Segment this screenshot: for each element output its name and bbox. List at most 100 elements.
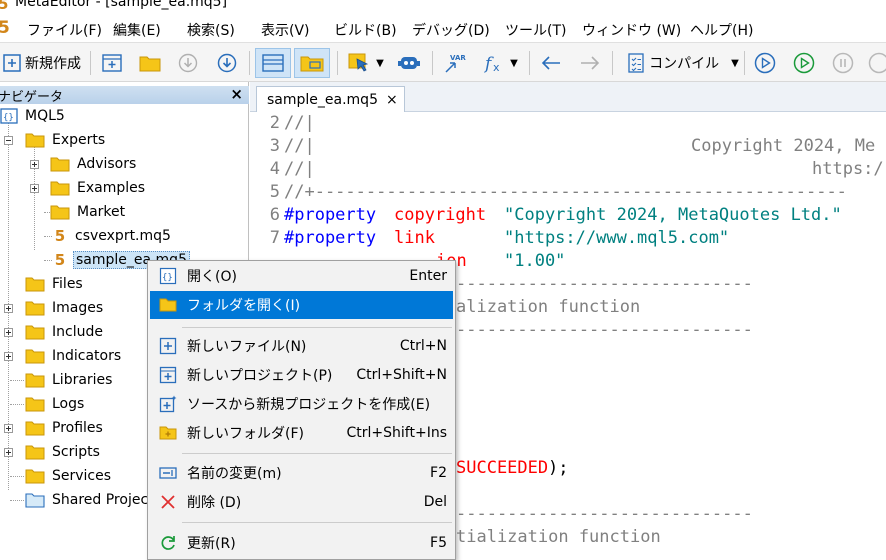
menu-edit[interactable]: 編集(E) xyxy=(113,20,161,40)
menu-item-refresh[interactable]: 更新(R) F5 xyxy=(150,529,453,557)
menu-file[interactable]: ファイル(F) xyxy=(27,20,102,40)
new-project-icon xyxy=(159,366,177,384)
menu-item-label: 名前の変更(m) xyxy=(187,466,282,482)
tree-node-experts[interactable]: Experts xyxy=(25,129,107,151)
tab-sample-ea[interactable]: sample_ea.mq5 × xyxy=(256,86,405,112)
menu-help[interactable]: ヘルプ(H) xyxy=(690,20,753,40)
variable-button[interactable]: VAR xyxy=(440,48,470,78)
menu-bar: 5 ファイル(F) 編集(E) 検索(S) 表示(V) ビルド(B) デバッグ(… xyxy=(0,16,886,42)
menu-item-label: 更新(R) xyxy=(187,536,236,552)
tree-node-libraries[interactable]: Libraries xyxy=(25,369,114,391)
menu-debug[interactable]: デバッグ(D) xyxy=(412,20,490,40)
editor-tabstrip: sample_ea.mq5 × xyxy=(250,82,886,112)
tree-node-logs[interactable]: Logs xyxy=(25,393,86,415)
code-line-5: //+-------------------------------------… xyxy=(284,182,847,202)
menu-item-new-folder[interactable]: 新しいフォルダ(F) Ctrl+Shift+Ins xyxy=(150,419,453,447)
tree-line xyxy=(44,260,52,261)
expand-toggle[interactable] xyxy=(30,160,39,169)
tree-node-shared-projects[interactable]: Shared Projects xyxy=(25,489,163,511)
chevron-down-icon: ▼ xyxy=(376,57,384,69)
menu-item-label: 新しいフォルダ(F) xyxy=(187,426,304,442)
tab-close-icon[interactable]: × xyxy=(386,92,398,108)
mq5-file-icon: 5 xyxy=(54,227,66,245)
robot-icon xyxy=(398,57,420,69)
tree-node-services[interactable]: Services xyxy=(25,465,113,487)
open-folder-button[interactable] xyxy=(136,48,164,78)
select-object-button[interactable]: ▼ xyxy=(343,48,389,78)
menu-item-shortcut: Ctrl+Shift+N xyxy=(356,367,447,383)
menu-separator xyxy=(182,522,452,523)
compile-checklist-icon xyxy=(628,53,644,73)
run-button[interactable] xyxy=(789,48,819,78)
new-folder-icon xyxy=(159,426,177,440)
debug-start-button[interactable] xyxy=(750,48,780,78)
save-button[interactable] xyxy=(213,48,241,78)
download-button[interactable] xyxy=(174,48,202,78)
function-button[interactable]: fx ▼ xyxy=(478,48,524,78)
menu-tools[interactable]: ツール(T) xyxy=(505,20,566,40)
compile-button[interactable]: コンパイル ▼ xyxy=(622,48,744,78)
tree-node-mql5[interactable]: {} MQL5 xyxy=(0,105,67,127)
line-number: 5 xyxy=(269,182,280,202)
tree-node-csvexprt[interactable]: 5 csvexprt.mq5 xyxy=(52,225,173,247)
menu-item-rename[interactable]: 名前の変更(m) F2 xyxy=(150,459,453,487)
pause-button[interactable] xyxy=(828,48,858,78)
svg-text:VAR: VAR xyxy=(450,54,466,62)
folder-icon xyxy=(25,349,45,364)
navigator-title: ナビゲータ xyxy=(0,90,64,105)
menu-search[interactable]: 検索(S) xyxy=(187,20,235,40)
tree-label: MQL5 xyxy=(25,108,65,124)
tree-node-images[interactable]: Images xyxy=(25,297,105,319)
expand-toggle[interactable] xyxy=(4,328,13,337)
navigator-panel-icon xyxy=(262,54,284,72)
tree-node-advisors[interactable]: Advisors xyxy=(50,153,138,175)
code-comment-divider: ----------------------------- xyxy=(456,320,753,340)
navigator-close-icon[interactable]: × xyxy=(230,85,243,103)
menu-item-open-folder[interactable]: フォルダを開く(I) xyxy=(150,291,453,319)
expand-toggle[interactable] xyxy=(30,184,39,193)
new-button[interactable]: 新規作成 xyxy=(0,48,88,78)
menu-item-shortcut: F2 xyxy=(430,465,447,481)
tree-node-examples[interactable]: Examples xyxy=(50,177,147,199)
menu-window[interactable]: ウィンドウ (W) xyxy=(582,20,681,40)
delete-x-icon xyxy=(161,495,175,509)
expand-toggle[interactable] xyxy=(4,304,13,313)
menu-build[interactable]: ビルド(B) xyxy=(334,20,397,40)
menu-view[interactable]: 表示(V) xyxy=(261,20,310,40)
menu-item-delete[interactable]: 削除 (D) Del xyxy=(150,488,453,516)
code-property-name: copyright xyxy=(394,205,487,225)
menu-item-new-project[interactable]: 新しいプロジェクト(P) Ctrl+Shift+N xyxy=(150,361,453,389)
new-project-button[interactable] xyxy=(98,48,126,78)
play-outline-icon xyxy=(754,52,776,74)
code-punctuation: ); xyxy=(548,458,569,478)
tree-node-indicators[interactable]: Indicators xyxy=(25,345,123,367)
collapse-toggle[interactable] xyxy=(4,136,13,145)
tree-node-scripts[interactable]: Scripts xyxy=(25,441,102,463)
stop-button[interactable] xyxy=(866,48,886,78)
tree-label: Images xyxy=(52,300,104,316)
expand-toggle[interactable] xyxy=(4,424,13,433)
navigator-toggle-button[interactable] xyxy=(255,48,291,78)
menu-item-new-project-from-source[interactable]: ソースから新規プロジェクトを作成(E) xyxy=(150,390,453,418)
menu-item-open[interactable]: {} 開く(O) Enter xyxy=(150,262,453,290)
folder-open-icon xyxy=(25,133,45,148)
forward-button[interactable] xyxy=(575,48,605,78)
code-constant: SUCCEEDED xyxy=(456,458,549,478)
app-menu-icon[interactable]: 5 xyxy=(0,18,10,38)
toolbox-toggle-button[interactable] xyxy=(294,48,330,78)
tab-label: sample_ea.mq5 xyxy=(267,91,378,108)
expand-toggle[interactable] xyxy=(4,352,13,361)
menu-item-new-file[interactable]: 新しいファイル(N) Ctrl+N xyxy=(150,332,453,360)
code-keyword: #property xyxy=(284,205,377,225)
expand-toggle[interactable] xyxy=(4,448,13,457)
new-file-icon xyxy=(159,337,177,355)
menu-item-label: 削除 (D) xyxy=(187,495,242,511)
tree-node-include[interactable]: Include xyxy=(25,321,105,343)
tree-node-market[interactable]: Market xyxy=(50,201,127,223)
toolbar-separator xyxy=(337,51,338,75)
robot-button[interactable] xyxy=(394,48,424,78)
back-button[interactable] xyxy=(536,48,566,78)
tree-node-files[interactable]: Files xyxy=(25,273,85,295)
folder-icon xyxy=(25,397,45,412)
tree-node-profiles[interactable]: Profiles xyxy=(25,417,105,439)
